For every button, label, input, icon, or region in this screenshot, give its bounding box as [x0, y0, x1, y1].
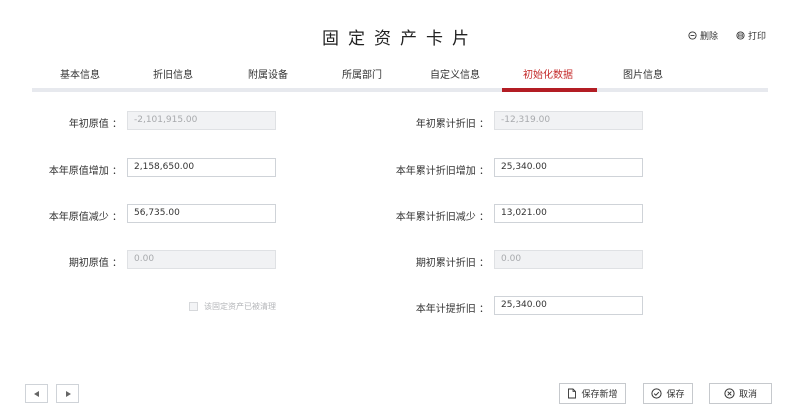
- save-and-new-button[interactable]: 保存新增: [559, 383, 626, 404]
- page-title: 固定资产卡片: [322, 29, 478, 49]
- tab-bar: 基本信息 折旧信息 附属设备 所属部门 自定义信息 初始化数据 图片信息: [32, 60, 768, 92]
- current-year-depreciation-label: 本年计提折旧 ：: [415, 304, 489, 315]
- accumulated-depreciation-increase-field[interactable]: 25,340.00: [494, 158, 643, 177]
- save-and-new-label: 保存新增: [581, 390, 618, 400]
- opening-accumulated-depreciation-label: 年初累计折旧 ：: [415, 119, 489, 130]
- tab-attached-equipment[interactable]: 附属设备: [248, 66, 288, 81]
- cleared-asset-option: 该固定资产已被清理: [189, 301, 276, 312]
- cancel-button[interactable]: 取消: [709, 383, 772, 404]
- original-value-increase-field[interactable]: 2,158,650.00: [127, 158, 276, 177]
- document-plus-icon: [568, 388, 577, 399]
- original-value-increase-label: 本年原值增加 ：: [48, 166, 122, 177]
- tab-initial-data[interactable]: 初始化数据: [523, 66, 573, 81]
- tab-picture-info[interactable]: 图片信息: [623, 66, 663, 81]
- triangle-left-icon: [33, 390, 39, 397]
- top-actions: 删除 打印: [688, 29, 766, 42]
- tab-basic-info[interactable]: 基本信息: [60, 66, 100, 81]
- delete-label: 删除: [699, 32, 718, 42]
- opening-original-value-field[interactable]: -2,101,915.00: [127, 111, 276, 130]
- beginning-accumulated-depreciation-label: 期初累计折旧 ：: [415, 258, 489, 269]
- beginning-original-value-field[interactable]: 0.00: [127, 250, 276, 269]
- tab-department[interactable]: 所属部门: [342, 66, 382, 81]
- print-label: 打印: [747, 32, 766, 42]
- delete-button[interactable]: 删除: [688, 29, 718, 42]
- beginning-accumulated-depreciation-field[interactable]: 0.00: [494, 250, 643, 269]
- print-button[interactable]: 打印: [736, 29, 766, 42]
- opening-original-value-label: 年初原值 ：: [68, 119, 122, 130]
- close-circle-icon: [724, 388, 735, 399]
- original-value-decrease-field[interactable]: 56,735.00: [127, 204, 276, 223]
- accumulated-depreciation-decrease-field[interactable]: 13,021.00: [494, 204, 643, 223]
- cleared-asset-checkbox[interactable]: [189, 302, 198, 311]
- previous-record-button[interactable]: [25, 384, 48, 403]
- save-button[interactable]: 保存: [643, 383, 693, 404]
- cleared-asset-label: 该固定资产已被清理: [204, 302, 276, 311]
- current-year-depreciation-field[interactable]: 25,340.00: [494, 296, 643, 315]
- beginning-original-value-label: 期初原值 ：: [68, 258, 122, 269]
- opening-accumulated-depreciation-field[interactable]: -12,319.00: [494, 111, 643, 130]
- tab-custom-info[interactable]: 自定义信息: [430, 66, 480, 81]
- active-tab-indicator: [502, 88, 597, 92]
- accumulated-depreciation-increase-label: 本年累计折旧增加 ：: [395, 166, 489, 177]
- triangle-right-icon: [65, 390, 71, 397]
- next-record-button[interactable]: [56, 384, 79, 403]
- original-value-decrease-label: 本年原值减少 ：: [48, 212, 122, 223]
- save-label: 保存: [666, 390, 685, 400]
- cancel-label: 取消: [738, 390, 757, 400]
- print-icon: [736, 31, 745, 40]
- minus-circle-icon: [688, 31, 697, 40]
- accumulated-depreciation-decrease-label: 本年累计折旧减少 ：: [395, 212, 489, 223]
- check-circle-icon: [651, 388, 663, 399]
- tab-depreciation-info[interactable]: 折旧信息: [153, 66, 193, 81]
